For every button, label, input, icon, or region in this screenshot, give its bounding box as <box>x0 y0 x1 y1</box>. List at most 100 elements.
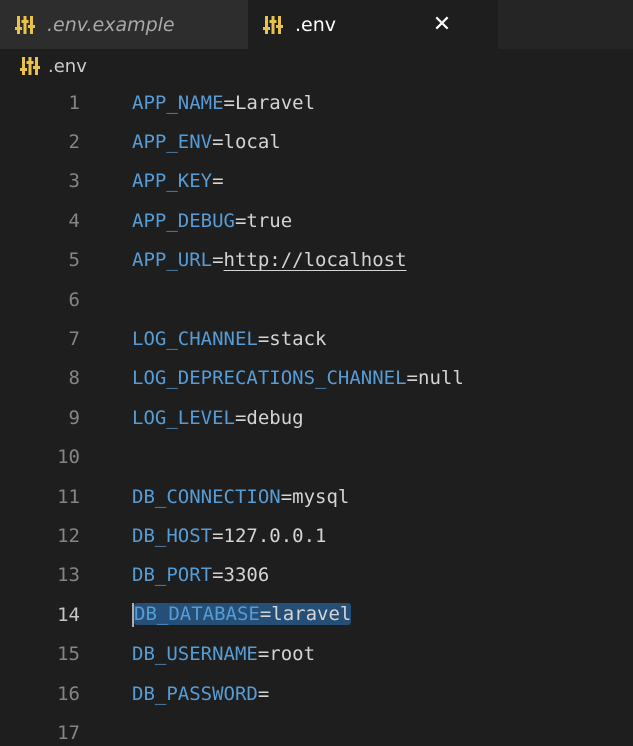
equals-sign: = <box>259 603 272 626</box>
tab-label: .env <box>295 13 337 36</box>
line-number: 8 <box>68 367 80 390</box>
env-value: 3306 <box>223 564 270 587</box>
env-value: null <box>418 367 464 390</box>
line-content: LOG_DEPRECATIONS_CHANNEL=null <box>132 367 464 389</box>
code-line[interactable]: 6 <box>0 280 633 319</box>
code-line[interactable]: 16 DB_PASSWORD= <box>0 674 633 713</box>
equals-sign: = <box>212 249 224 272</box>
tab-label: .env.example <box>47 13 175 36</box>
code-line[interactable]: 4 APP_DEBUG=true <box>0 201 633 240</box>
env-key: DB_CONNECTION <box>132 485 281 508</box>
line-number: 5 <box>68 249 80 272</box>
env-key: LOG_DEPRECATIONS_CHANNEL <box>132 367 407 390</box>
settings-sliders-icon <box>263 15 283 35</box>
code-line[interactable]: 12 DB_HOST=127.0.0.1 <box>0 516 633 555</box>
code-line[interactable]: 1 APP_NAME=Laravel <box>0 83 633 122</box>
text-selection: DB_DATABASE=laravel <box>134 603 352 626</box>
line-content: DB_PORT=3306 <box>132 564 269 586</box>
line-content: APP_ENV=local <box>132 131 281 153</box>
env-value-link[interactable]: http://localhost <box>224 249 407 271</box>
env-value: 127.0.0.1 <box>223 524 327 547</box>
line-number: 2 <box>68 131 80 154</box>
tab-env-example[interactable]: .env.example <box>0 0 248 49</box>
equals-sign: = <box>212 564 224 587</box>
env-value: root <box>269 643 316 666</box>
tab-bar: .env.example .env ✕ <box>0 0 633 49</box>
code-line[interactable]: 15 DB_USERNAME=root <box>0 634 633 673</box>
env-key: DB_USERNAME <box>132 643 258 666</box>
line-content: APP_URL=http://localhost <box>132 249 407 271</box>
equals-sign: = <box>406 367 418 390</box>
code-line[interactable]: 5 APP_URL=http://localhost <box>0 241 633 280</box>
line-content: DB_DATABASE=laravel <box>132 602 352 627</box>
equals-sign: = <box>257 328 270 351</box>
code-line[interactable]: 13 DB_PORT=3306 <box>0 556 633 595</box>
line-content: DB_CONNECTION=mysql <box>132 486 349 508</box>
equals-sign: = <box>257 682 270 705</box>
tab-env[interactable]: .env ✕ <box>248 0 498 49</box>
env-key: APP_ENV <box>132 131 213 154</box>
env-key: APP_KEY <box>132 170 213 193</box>
env-value: debug <box>246 406 304 429</box>
equals-sign: = <box>234 406 247 429</box>
env-key: DB_HOST <box>132 524 213 547</box>
line-number: 6 <box>68 288 80 311</box>
line-number: 12 <box>57 524 80 547</box>
env-key: DB_PASSWORD <box>132 682 258 705</box>
equals-sign: = <box>223 91 235 114</box>
env-key: LOG_CHANNEL <box>132 328 258 351</box>
breadcrumb[interactable]: .env <box>0 49 633 83</box>
line-number: 7 <box>68 328 80 351</box>
line-number: 13 <box>57 564 80 587</box>
code-line[interactable]: 8 LOG_DEPRECATIONS_CHANNEL=null <box>0 359 633 398</box>
equals-sign: = <box>212 131 224 154</box>
env-key: APP_DEBUG <box>132 209 235 232</box>
env-value: true <box>246 209 293 232</box>
env-value: laravel <box>271 603 352 626</box>
line-number: 3 <box>68 170 80 193</box>
code-line[interactable]: 7 LOG_CHANNEL=stack <box>0 319 633 358</box>
settings-sliders-icon <box>15 15 35 35</box>
code-line[interactable]: 14 DB_DATABASE=laravel <box>0 595 633 634</box>
line-number: 9 <box>68 406 80 429</box>
equals-sign: = <box>280 485 293 508</box>
settings-sliders-icon <box>20 56 40 76</box>
code-line[interactable]: 9 LOG_LEVEL=debug <box>0 398 633 437</box>
line-number: 4 <box>68 209 80 232</box>
code-editor[interactable]: 1 APP_NAME=Laravel 2 APP_ENV=local 3 APP_KEY=… <box>0 83 633 746</box>
equals-sign: = <box>257 643 270 666</box>
line-number: 14 <box>57 603 80 626</box>
line-number: 16 <box>57 682 80 705</box>
line-number: 1 <box>68 91 80 114</box>
breadcrumb-label: .env <box>48 55 87 77</box>
code-line[interactable]: 3 APP_KEY= <box>0 162 633 201</box>
env-key: LOG_LEVEL <box>132 406 235 429</box>
line-number: 10 <box>57 446 80 469</box>
line-content: DB_HOST=127.0.0.1 <box>132 525 326 547</box>
equals-sign: = <box>212 170 224 193</box>
line-content: LOG_LEVEL=debug <box>132 407 304 429</box>
env-value: local <box>223 131 281 154</box>
code-line[interactable]: 2 APP_ENV=local <box>0 122 633 161</box>
env-value: stack <box>269 328 327 351</box>
code-line[interactable]: 17 <box>0 713 633 746</box>
line-number: 15 <box>57 643 80 666</box>
line-content: APP_DEBUG=true <box>132 210 292 232</box>
env-key: APP_NAME <box>132 91 224 114</box>
line-number: 17 <box>57 721 80 744</box>
close-icon[interactable]: ✕ <box>430 12 454 37</box>
equals-sign: = <box>234 209 247 232</box>
env-value: Laravel <box>234 91 316 114</box>
code-line[interactable]: 10 <box>0 438 633 477</box>
line-content: APP_NAME=Laravel <box>132 92 315 114</box>
line-content: APP_KEY= <box>132 170 224 192</box>
code-line[interactable]: 11 DB_CONNECTION=mysql <box>0 477 633 516</box>
line-content: DB_USERNAME=root <box>132 643 315 665</box>
line-content: DB_PASSWORD= <box>132 683 269 705</box>
line-content: LOG_CHANNEL=stack <box>132 328 327 350</box>
env-key: DB_PORT <box>132 564 213 587</box>
editor-window: .env.example .env ✕ .env 1 APP_NAME=Lara… <box>0 0 633 746</box>
line-number: 11 <box>57 485 80 508</box>
env-value: mysql <box>292 485 350 508</box>
env-key: DB_DATABASE <box>134 603 260 626</box>
